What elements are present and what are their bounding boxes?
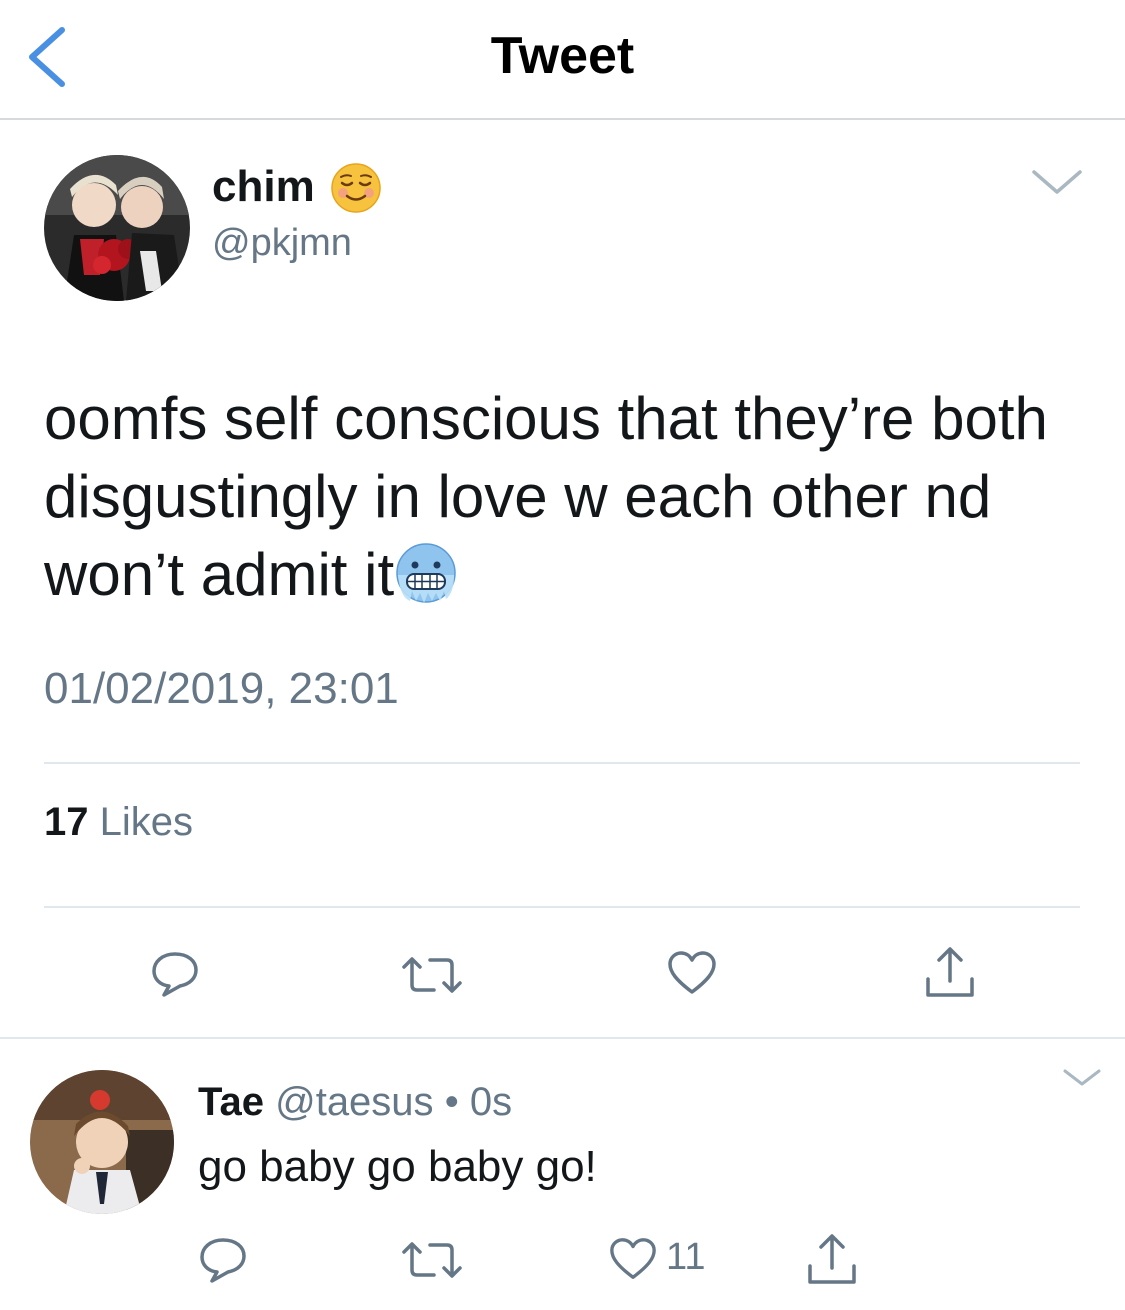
retweet-icon[interactable] xyxy=(400,955,464,995)
reply-icon[interactable] xyxy=(150,950,200,998)
retweet-icon[interactable] xyxy=(400,1240,464,1280)
tweet-timestamp: 01/02/2019, 23:01 xyxy=(44,664,399,713)
reply-author-handle[interactable]: @taesus xyxy=(275,1080,433,1124)
reply-author-avatar[interactable] xyxy=(30,1070,174,1214)
reply-header: Tae @taesus • 0s xyxy=(198,1080,512,1125)
chevron-down-icon[interactable] xyxy=(1030,168,1084,196)
share-icon[interactable] xyxy=(806,1232,858,1286)
tweet-text-content: oomfs self conscious that they’re both d… xyxy=(44,385,1048,608)
cold-face-emoji-icon xyxy=(396,543,456,603)
divider xyxy=(44,906,1080,908)
smiling-face-emoji-icon xyxy=(331,163,381,213)
reply-text: go baby go baby go! xyxy=(198,1142,597,1191)
divider xyxy=(44,762,1080,764)
reply-like-count: 11 xyxy=(666,1236,706,1278)
heart-icon[interactable] xyxy=(666,950,718,996)
reply-author-name[interactable]: Tae xyxy=(198,1080,264,1124)
likes-summary[interactable]: 17 Likes xyxy=(44,800,193,845)
author-avatar[interactable] xyxy=(44,155,190,301)
author-handle[interactable]: @pkjmn xyxy=(212,222,352,265)
reply-time: 0s xyxy=(469,1080,513,1124)
page-title: Tweet xyxy=(490,27,635,85)
divider xyxy=(0,1037,1125,1039)
chevron-down-icon[interactable] xyxy=(1062,1068,1102,1088)
likes-label: Likes xyxy=(99,800,194,844)
separator-dot: • xyxy=(444,1080,459,1124)
heart-icon[interactable] xyxy=(608,1236,658,1282)
tweet-text: oomfs self conscious that they’re both d… xyxy=(44,380,1084,614)
reply-icon[interactable] xyxy=(198,1236,248,1284)
share-icon[interactable] xyxy=(924,945,976,999)
author-name[interactable]: chim xyxy=(212,162,315,212)
likes-count: 17 xyxy=(44,800,89,844)
